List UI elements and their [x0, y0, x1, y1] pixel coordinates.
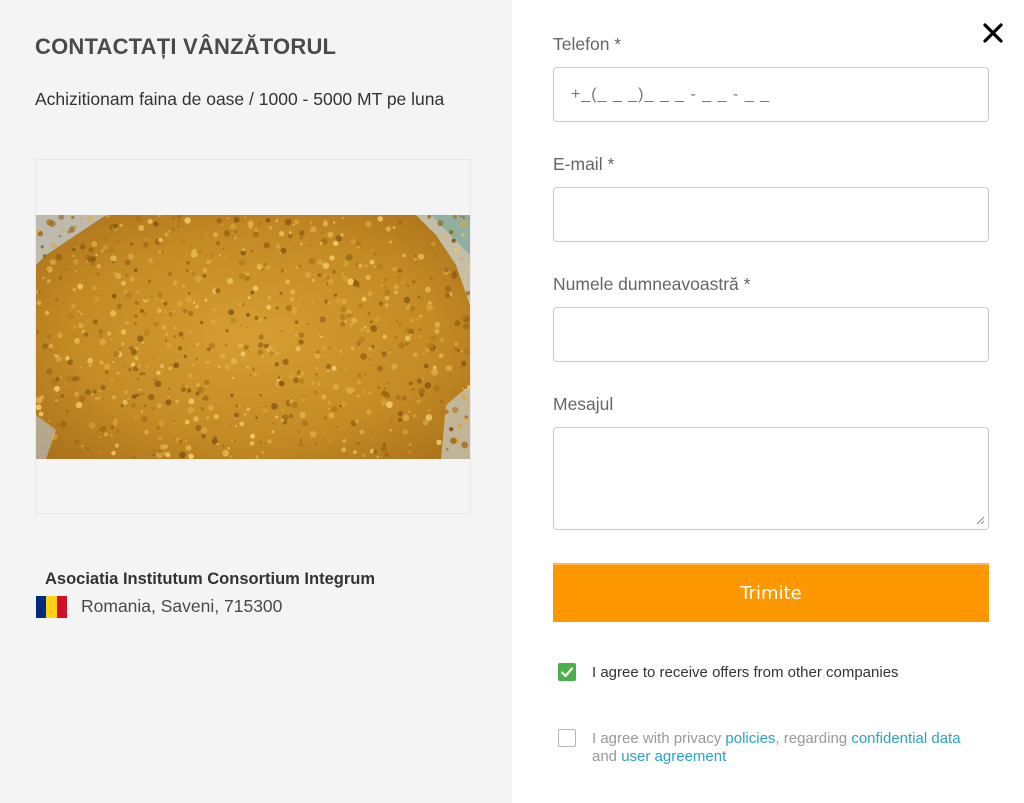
message-textarea[interactable]	[553, 427, 989, 530]
privacy-agreement-text: I agree with privacy policies, regarding…	[592, 730, 982, 766]
flag-stripe	[36, 596, 47, 618]
company-name: Asociatia Institutum Consortium Integrum	[45, 570, 376, 588]
romania-flag-icon	[36, 596, 67, 618]
product-image-frame	[35, 159, 471, 514]
phone-label: Telefon *	[553, 34, 622, 54]
offers-agreement-text: I agree to receive offers from other com…	[592, 664, 899, 681]
name-label: Numele dumneavoastră *	[553, 274, 751, 294]
modal-title: CONTACTAȚI VÂNZĂTORUL	[35, 34, 337, 59]
resize-handle-icon[interactable]	[975, 515, 985, 525]
privacy-text-part: I agree with privacy	[592, 730, 726, 747]
offers-checkbox[interactable]	[558, 663, 576, 681]
close-button[interactable]	[980, 20, 1006, 46]
privacy-text-part: and	[592, 748, 622, 765]
company-location: Romania, Saveni, 715300	[81, 596, 283, 616]
privacy-checkbox[interactable]	[558, 729, 576, 747]
message-label: Mesajul	[553, 394, 614, 414]
product-image	[36, 215, 470, 459]
name-input[interactable]	[553, 307, 989, 362]
flag-stripe	[56, 596, 67, 618]
bone-meal-photo	[36, 215, 470, 459]
seller-panel: CONTACTAȚI VÂNZĂTORUL Achizitionam faina…	[0, 0, 512, 803]
flag-stripe	[46, 596, 57, 618]
confidential-data-link[interactable]: confidential data	[851, 730, 960, 747]
user-agreement-link[interactable]: user agreement	[621, 748, 726, 765]
privacy-text-part: , regarding	[775, 730, 852, 747]
submit-button[interactable]: Trimite	[553, 563, 989, 622]
email-input[interactable]	[553, 187, 989, 242]
listing-title: Achizitionam faina de oase / 1000 - 5000…	[35, 89, 445, 109]
checkmark-icon	[560, 667, 574, 678]
phone-input[interactable]	[553, 67, 989, 122]
close-icon	[983, 23, 1003, 43]
email-label: E-mail *	[553, 154, 615, 174]
policies-link[interactable]: policies	[725, 730, 775, 747]
